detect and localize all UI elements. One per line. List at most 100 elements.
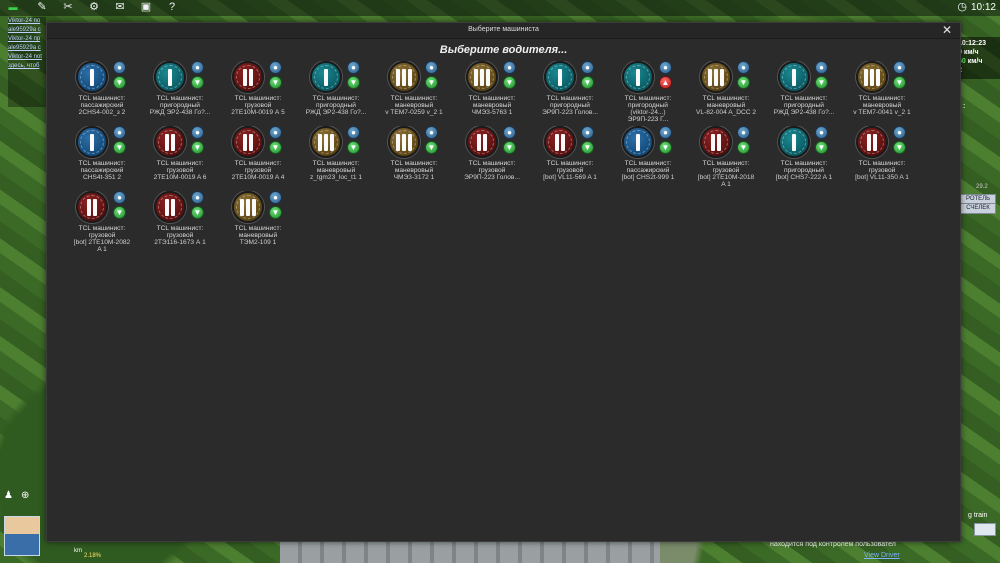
arrow-down-icon[interactable]: ▼ bbox=[503, 76, 516, 89]
chat-line[interactable]: ale95929a с bbox=[8, 44, 46, 53]
save-icon[interactable]: ▣ bbox=[140, 1, 152, 13]
driver-card[interactable]: ● ▼ TCL машинист: маневровый VL-82-004 A_DCC… bbox=[687, 61, 765, 126]
info-icon[interactable]: ● bbox=[815, 61, 828, 74]
info-icon[interactable]: ● bbox=[815, 126, 828, 139]
locomotive-type-icon[interactable] bbox=[154, 61, 186, 93]
locomotive-type-icon[interactable] bbox=[76, 126, 108, 158]
arrow-up-icon[interactable]: ▲ bbox=[659, 76, 672, 89]
locomotive-type-icon[interactable] bbox=[700, 126, 732, 158]
arrow-down-icon[interactable]: ▼ bbox=[269, 141, 282, 154]
chat-line[interactable]: Viktor-24 not bbox=[8, 53, 46, 62]
locomotive-type-icon[interactable] bbox=[310, 126, 342, 158]
arrow-down-icon[interactable]: ▼ bbox=[425, 141, 438, 154]
driver-card[interactable]: ● ▼ TCL машинист: пригородный РЖД ЭР2-438 Го… bbox=[297, 61, 375, 126]
info-icon[interactable]: ● bbox=[503, 61, 516, 74]
locomotive-type-icon[interactable] bbox=[622, 61, 654, 93]
driver-card[interactable]: ● ▼ TCL машинист: маневровый ЧМЭ3-5763 1 bbox=[453, 61, 531, 126]
locomotive-type-icon[interactable] bbox=[466, 61, 498, 93]
chat-line[interactable]: Viktor-24 по bbox=[8, 17, 46, 26]
locomotive-type-icon[interactable] bbox=[76, 61, 108, 93]
arrow-down-icon[interactable]: ▼ bbox=[893, 141, 906, 154]
edit-icon[interactable]: ✂ bbox=[62, 1, 74, 13]
driver-card[interactable]: ● ▼ TCL машинист: грузовой [bot] 2TE10M-2018… bbox=[687, 126, 765, 191]
driver-card[interactable]: ● ▼ TCL машинист: пригородный ЭР9П-223 Голов… bbox=[531, 61, 609, 126]
info-icon[interactable]: ● bbox=[425, 126, 438, 139]
driver-card[interactable]: ● ▼ TCL машинист: грузовой [bot] VL11-569 A … bbox=[531, 126, 609, 191]
driver-card[interactable]: ● ▼ TCL машинист: пригородный РЖД ЭР2-438 Го… bbox=[141, 61, 219, 126]
driver-card[interactable]: ● ▼ TCL машинист: маневровый v TEM7-0259 v_2… bbox=[375, 61, 453, 126]
locomotive-type-icon[interactable] bbox=[310, 61, 342, 93]
arrow-down-icon[interactable]: ▼ bbox=[191, 206, 204, 219]
arrow-down-icon[interactable]: ▼ bbox=[893, 76, 906, 89]
arrow-down-icon[interactable]: ▼ bbox=[113, 141, 126, 154]
info-icon[interactable]: ● bbox=[893, 126, 906, 139]
locomotive-type-icon[interactable] bbox=[466, 126, 498, 158]
dialog-titlebar[interactable]: Выберите машиниста ✕ bbox=[47, 23, 960, 39]
info-icon[interactable]: ● bbox=[269, 61, 282, 74]
driver-card[interactable]: ● ▼ TCL машинист: грузовой 2ТЭ116-1673 А 1 bbox=[141, 191, 219, 256]
avatar[interactable] bbox=[4, 516, 40, 556]
person-icon[interactable]: ♟ bbox=[4, 490, 13, 501]
driver-card[interactable]: ● ▼ TCL машинист: грузовой 2ТЕ10М-0019 А 5 bbox=[219, 61, 297, 126]
info-icon[interactable]: ● bbox=[737, 61, 750, 74]
driver-card[interactable]: ● ▼ TCL машинист: маневровый z_tgm23_loc_t1 … bbox=[297, 126, 375, 191]
locomotive-type-icon[interactable] bbox=[154, 191, 186, 223]
locomotive-type-icon[interactable] bbox=[232, 191, 264, 223]
locomotive-type-icon[interactable] bbox=[778, 126, 810, 158]
info-icon[interactable]: ● bbox=[191, 191, 204, 204]
side-panel-button[interactable] bbox=[974, 523, 996, 536]
arrow-down-icon[interactable]: ▼ bbox=[581, 76, 594, 89]
arrow-down-icon[interactable]: ▼ bbox=[581, 141, 594, 154]
driver-card[interactable]: ● ▼ TCL машинист: маневровый v TEM7-0041 v_2… bbox=[843, 61, 921, 126]
driver-card[interactable]: ● ▼ TCL машинист: пассажирский [bot] CHS2t-9… bbox=[609, 126, 687, 191]
driver-card[interactable]: ● ▼ TCL машинист: пригородный [bot] CHS7-222… bbox=[765, 126, 843, 191]
arrow-down-icon[interactable]: ▼ bbox=[347, 141, 360, 154]
locomotive-type-icon[interactable] bbox=[544, 126, 576, 158]
locomotive-type-icon[interactable] bbox=[856, 61, 888, 93]
tools-icon[interactable]: ✎ bbox=[36, 1, 48, 13]
info-icon[interactable]: ● bbox=[659, 126, 672, 139]
locomotive-type-icon[interactable] bbox=[700, 61, 732, 93]
driver-card[interactable]: ● ▼ TCL машинист: грузовой 2TE10M-0019 A 4 bbox=[219, 126, 297, 191]
arrow-down-icon[interactable]: ▼ bbox=[269, 76, 282, 89]
driver-card[interactable]: ● ▲ TCL машинист: пригородный (viktor-24...)… bbox=[609, 61, 687, 126]
driver-card[interactable]: ● ▼ TCL машинист: пригородный РЖД ЭР2-438 Го… bbox=[765, 61, 843, 126]
side-button[interactable]: СЧЕЛЕК bbox=[960, 203, 996, 214]
locomotive-type-icon[interactable] bbox=[388, 126, 420, 158]
info-icon[interactable]: ● bbox=[269, 126, 282, 139]
info-icon[interactable]: ● bbox=[503, 126, 516, 139]
arrow-down-icon[interactable]: ▼ bbox=[191, 141, 204, 154]
arrow-down-icon[interactable]: ▼ bbox=[503, 141, 516, 154]
locomotive-type-icon[interactable] bbox=[232, 61, 264, 93]
arrow-down-icon[interactable]: ▼ bbox=[347, 76, 360, 89]
driver-card[interactable]: ● ▼ TCL машинист: грузовой [bot] VL11-350 A … bbox=[843, 126, 921, 191]
chat-line[interactable]: Viktor-24 пр bbox=[8, 35, 46, 44]
chat-icon[interactable]: ✉ bbox=[114, 1, 126, 13]
info-icon[interactable]: ● bbox=[425, 61, 438, 74]
arrow-down-icon[interactable]: ▼ bbox=[113, 206, 126, 219]
info-icon[interactable]: ● bbox=[191, 61, 204, 74]
info-icon[interactable]: ● bbox=[581, 126, 594, 139]
settings-icon[interactable]: ⚙ bbox=[88, 1, 100, 13]
arrow-down-icon[interactable]: ▼ bbox=[659, 141, 672, 154]
arrow-down-icon[interactable]: ▼ bbox=[737, 76, 750, 89]
locomotive-type-icon[interactable] bbox=[154, 126, 186, 158]
info-icon[interactable]: ● bbox=[191, 126, 204, 139]
driver-card[interactable]: ● ▼ TCL машинист: грузовой [bot] 2TE10M-2082… bbox=[63, 191, 141, 256]
info-icon[interactable]: ● bbox=[269, 191, 282, 204]
info-icon[interactable]: ● bbox=[659, 61, 672, 74]
info-icon[interactable]: ● bbox=[893, 61, 906, 74]
arrow-down-icon[interactable]: ▼ bbox=[269, 206, 282, 219]
driver-card[interactable]: ● ▼ TCL машинист: грузовой 2TE10M-0019 A 6 bbox=[141, 126, 219, 191]
locomotive-type-icon[interactable] bbox=[232, 126, 264, 158]
driver-card[interactable]: ● ▼ TCL машинист: грузовой ЭР9П-223 Голов... bbox=[453, 126, 531, 191]
view-driver-link[interactable]: View Driver bbox=[864, 552, 900, 559]
zoom-icon[interactable]: ▬ bbox=[4, 1, 22, 13]
info-icon[interactable]: ● bbox=[113, 191, 126, 204]
driver-card[interactable]: ● ▼ TCL машинист: пассажирский CHS4t-351 2 bbox=[63, 126, 141, 191]
info-icon[interactable]: ● bbox=[347, 61, 360, 74]
info-icon[interactable]: ● bbox=[737, 126, 750, 139]
locomotive-type-icon[interactable] bbox=[388, 61, 420, 93]
arrow-down-icon[interactable]: ▼ bbox=[191, 76, 204, 89]
locomotive-type-icon[interactable] bbox=[778, 61, 810, 93]
